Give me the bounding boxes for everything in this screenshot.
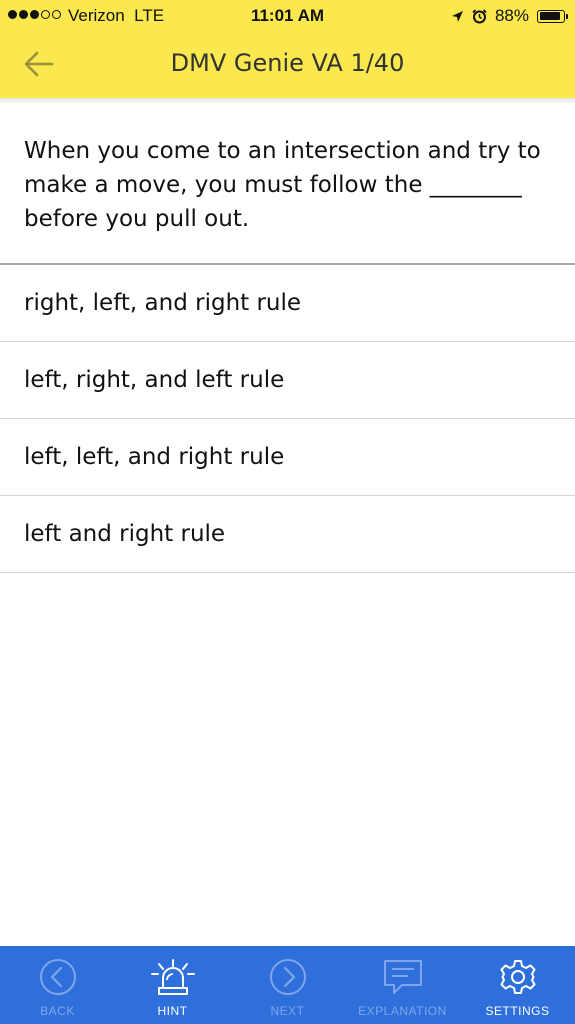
- gear-icon: [500, 960, 535, 994]
- answer-list: right, left, and right rule left, right,…: [0, 265, 575, 573]
- battery-level: [539, 12, 560, 20]
- explanation-button[interactable]: EXPLANATION: [345, 946, 460, 1024]
- bottom-tab-bar: BACK HINT NEXT EXPLANATION SETTINGS: [0, 946, 575, 1024]
- quiz-screen: Verizon LTE 11:01 AM 88% DMV Genie VA 1/…: [0, 0, 575, 1024]
- explanation-label: EXPLANATION: [358, 1004, 447, 1018]
- status-right: 88%: [451, 6, 568, 26]
- settings-button[interactable]: SETTINGS: [460, 946, 575, 1024]
- back-label: BACK: [40, 1004, 75, 1018]
- header-shadow: [0, 98, 575, 103]
- answer-option-3[interactable]: left, left, and right rule: [0, 419, 575, 496]
- answer-option-1[interactable]: right, left, and right rule: [0, 265, 575, 342]
- next-button[interactable]: NEXT: [230, 946, 345, 1024]
- battery-icon: [537, 9, 568, 23]
- answer-option-2[interactable]: left, right, and left rule: [0, 342, 575, 419]
- question-text: When you come to an intersection and try…: [24, 138, 541, 232]
- nav-header: DMV Genie VA 1/40: [0, 32, 575, 98]
- back-button[interactable]: BACK: [0, 946, 115, 1024]
- chevron-right-circle-icon: [269, 959, 306, 995]
- settings-label: SETTINGS: [485, 1004, 550, 1018]
- top-bar: Verizon LTE 11:01 AM 88% DMV Genie VA 1/…: [0, 0, 575, 98]
- battery-percent: 88%: [494, 6, 529, 25]
- hint-label: HINT: [157, 1004, 188, 1018]
- answer-option-4[interactable]: left and right rule: [0, 496, 575, 573]
- page-title: DMV Genie VA 1/40: [170, 49, 405, 77]
- status-bar: Verizon LTE 11:01 AM 88%: [0, 0, 575, 32]
- next-label: NEXT: [270, 1004, 305, 1018]
- speech-bubble-icon: [383, 960, 422, 994]
- siren-icon: [150, 959, 195, 995]
- hint-button[interactable]: HINT: [115, 946, 230, 1024]
- chevron-left-circle-icon: [39, 959, 76, 995]
- alarm-clock-icon: [472, 8, 487, 23]
- location-arrow-icon: [451, 10, 463, 22]
